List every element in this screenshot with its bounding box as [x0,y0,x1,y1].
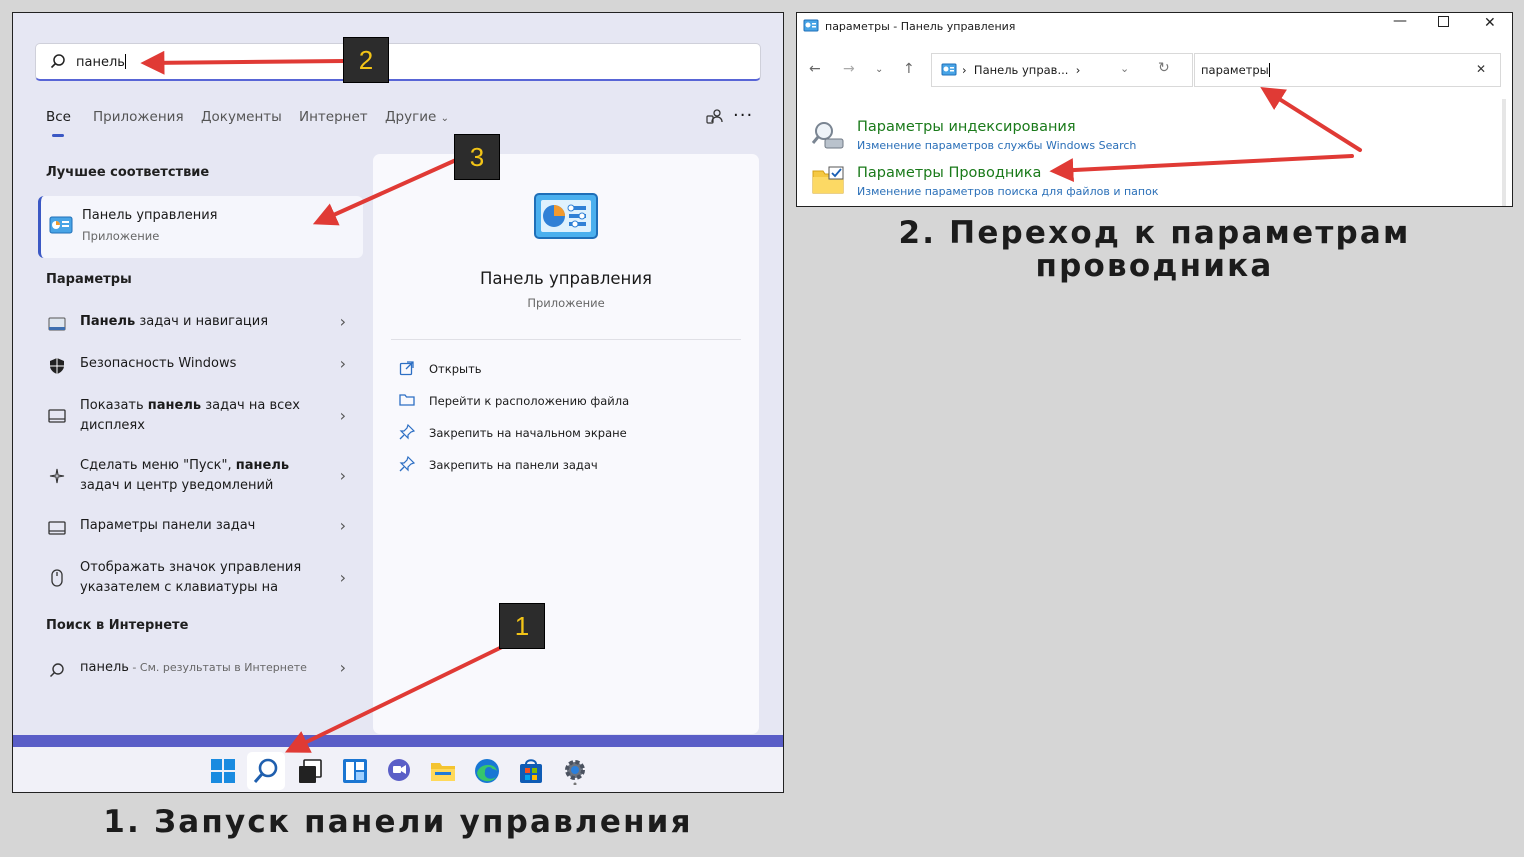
step-marker-1: 1 [499,603,545,649]
arrow-cp-folder-options [1049,154,1354,183]
arrow-2 [140,50,347,75]
arrow-cp-search [1260,87,1362,152]
step-marker-3: 3 [454,134,500,180]
arrow-3 [312,158,458,226]
arrow-1 [284,645,504,753]
annotation-arrows [140,50,1362,753]
step-marker-2: 2 [343,37,389,83]
